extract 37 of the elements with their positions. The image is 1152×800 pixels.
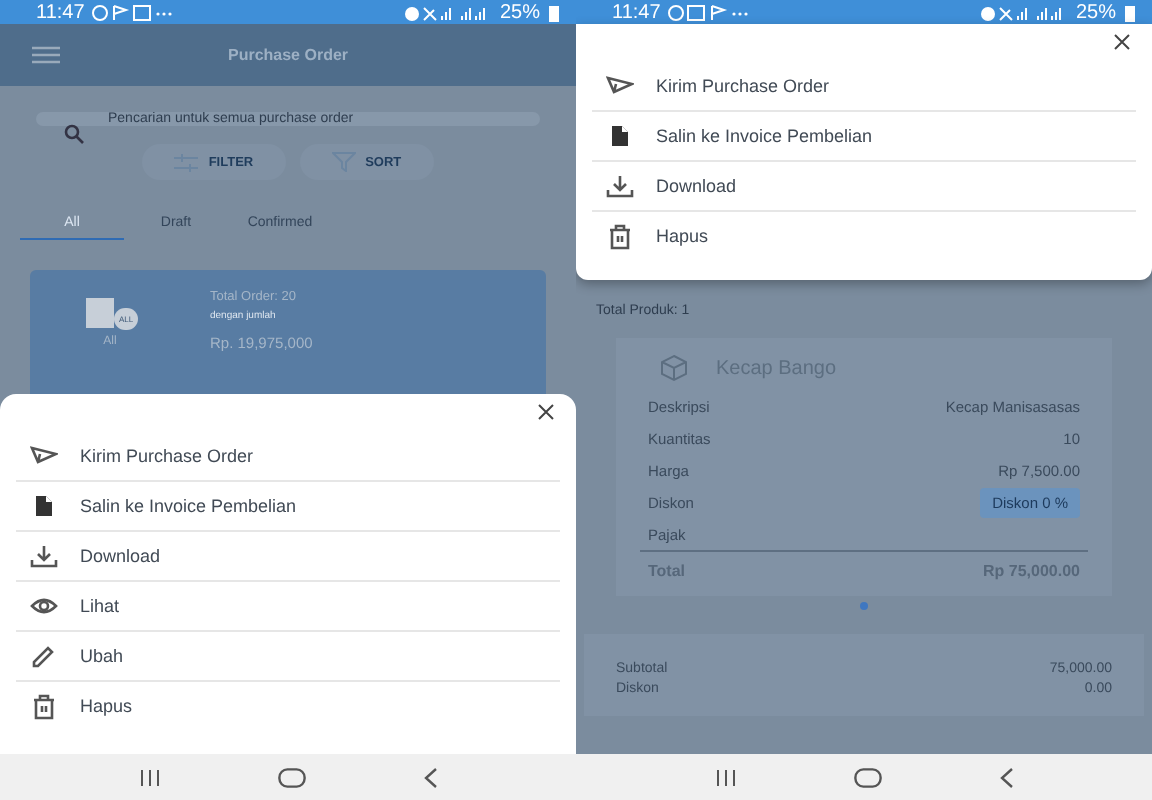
menu-item[interactable]: Kirim Purchase Order: [16, 432, 560, 482]
status-time: 11:47: [36, 1, 85, 23]
document-icon: [606, 123, 634, 149]
menu-item[interactable]: Ubah: [16, 632, 560, 682]
status-time: 11:47: [612, 1, 661, 23]
menu-item[interactable]: Kirim Purchase Order: [592, 62, 1136, 112]
recent-apps-icon[interactable]: [139, 769, 159, 785]
home-icon[interactable]: [277, 767, 305, 787]
eye-icon: [30, 593, 58, 619]
document-icon: [30, 493, 58, 519]
download-icon: [30, 543, 58, 569]
menu-item[interactable]: Salin ke Invoice Pembelian: [592, 112, 1136, 162]
trash-icon: [606, 223, 634, 249]
send-icon: [30, 443, 58, 469]
menu-item[interactable]: Download: [592, 162, 1136, 212]
recent-apps-icon[interactable]: [715, 769, 735, 785]
menu-item[interactable]: Download: [16, 532, 560, 582]
close-icon[interactable]: [1114, 34, 1130, 50]
menu-item[interactable]: Hapus: [592, 212, 1136, 260]
menu-item[interactable]: Salin ke Invoice Pembelian: [16, 482, 560, 532]
menu-item[interactable]: Hapus: [16, 682, 560, 730]
back-icon[interactable]: [423, 767, 437, 787]
battery-level: 25%: [1075, 1, 1116, 23]
home-icon[interactable]: [853, 767, 881, 787]
notification-icons-drawing: [92, 3, 173, 21]
app-bar-title: Purchase Order: [225, 46, 351, 64]
download-icon: [606, 173, 634, 199]
pencil-icon: [30, 643, 58, 669]
menu-item[interactable]: Lihat: [16, 582, 560, 632]
search-icon: [64, 123, 84, 143]
trash-icon: [30, 693, 58, 719]
battery-icon: [548, 3, 560, 21]
send-icon: [606, 73, 634, 99]
back-icon[interactable]: [999, 767, 1013, 787]
box-icon: [660, 354, 688, 382]
close-icon[interactable]: [538, 404, 554, 420]
battery-level: 25%: [499, 1, 540, 23]
